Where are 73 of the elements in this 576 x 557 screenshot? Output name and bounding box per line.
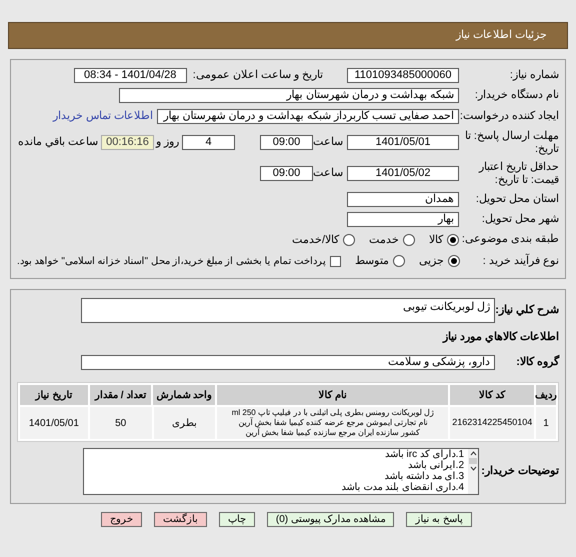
table-cell: 1 <box>536 407 556 439</box>
checkbox[interactable] <box>330 256 342 267</box>
radio-button[interactable] <box>343 234 355 246</box>
column-header: تعداد / مقدار <box>90 385 152 405</box>
field-label: گروه کالا: <box>515 356 559 369</box>
table-cell: 50 <box>90 407 152 439</box>
note-line: 2.ایرانی باشد <box>406 460 464 471</box>
action-button[interactable]: خروج <box>100 512 142 527</box>
field-label: روز و <box>154 136 179 149</box>
note-line: 4.داری انقضای بلند مدت باشد <box>342 482 464 493</box>
field-label: حداقل تاریخ اعتبار قیمت: تا تاریخ: <box>478 160 559 186</box>
deadline-time-field: 09:00 <box>260 135 313 150</box>
field-label: ساعت <box>313 167 343 180</box>
field-label: مهلت ارسال پاسخ: تا تاریخ: <box>464 130 559 156</box>
radio-label: خدمت <box>369 232 399 248</box>
action-button[interactable]: مشاهده مدارک پیوستی (0) <box>266 512 394 527</box>
need-number-field: 1101093485000060 <box>347 68 459 83</box>
field-label: شرح کلي نياز: <box>495 304 559 316</box>
note-line: 3.ای مد داشته باشد <box>383 471 464 482</box>
radio-button[interactable] <box>448 255 460 268</box>
section-heading: اطلاعات کالاهاي مورد نياز <box>441 330 559 345</box>
table-cell: بطری <box>154 407 216 439</box>
action-button[interactable]: پاسخ به نیاز <box>406 512 472 527</box>
radio-label: جزیی <box>419 254 444 269</box>
header-bar: جزئيات اطلاعات نياز <box>8 22 568 49</box>
province-field: همدان <box>347 192 459 206</box>
column-header: واحد شمارش <box>153 385 216 405</box>
field-label: تاریخ و ساعت اعلان عمومی: <box>192 69 323 82</box>
table-cell-text: نام تجارتی ایموشن مرجع عرضه کننده کیمیا شفا بخش آرین <box>238 418 428 427</box>
scrollbar[interactable] <box>468 449 478 494</box>
column-header: تاریخ نیاز <box>20 385 88 405</box>
scroll-up-icon[interactable] <box>470 451 476 456</box>
action-button[interactable]: بازگشت <box>154 512 207 527</box>
radio-label: کالا <box>429 232 443 248</box>
field-label: ایجاد کننده درخواست: <box>459 110 559 123</box>
description-field: ژل لوبریکانت تیوبی <box>81 298 495 322</box>
table-cell-text: 2162314225450104 <box>452 416 532 430</box>
deadline-date-field: 1401/05/01 <box>347 135 459 150</box>
contact-link[interactable]: اطلاعات تماس خریدار <box>52 108 153 124</box>
creator-field: احمد صفایی تسب کاربرداز شبکه بهداشت و درمان شهرستان بهار <box>157 108 459 124</box>
field-label: ساعت باقي مانده <box>18 136 98 149</box>
field-label: شماره نیاز: <box>508 69 559 82</box>
column-header: ردیف <box>536 385 556 405</box>
note-line: 1.دارای کد irc باشد <box>384 449 464 460</box>
checkbox-label: پرداخت تمام یا بخشی از مبلغ خرید،از محل "اسناد خزانه اسلامی" خواهد بود. <box>17 254 326 269</box>
field-label: نام دستگاه خریدار: <box>474 89 559 102</box>
column-header: نام کالا <box>217 385 448 405</box>
group-field: دارو، پزشکی و سلامت <box>81 355 495 370</box>
announce-date-field: 1401/04/28 - 08:34 <box>74 68 187 83</box>
buyer-field: شبکه بهداشت و درمان شهرستان بهار <box>119 88 459 103</box>
table-cell: کشور سازنده ایران مرجع سازنده کیمیا شفا بخش آرین <box>245 428 420 438</box>
table-cell: 1401/05/01 <box>20 407 88 439</box>
radio-button[interactable] <box>393 255 406 268</box>
radio-button[interactable] <box>403 234 415 246</box>
field-label: شهر محل تحویل: <box>480 212 559 226</box>
radio-label: کالا/خدمت <box>292 232 339 248</box>
field-label: توضیحات خریدار: <box>480 465 559 478</box>
radio-button[interactable] <box>447 234 459 246</box>
field-label: طبقه بندی موضوعی: <box>460 233 559 246</box>
city-field: بهار <box>347 212 459 226</box>
days-field: 4 <box>182 135 235 150</box>
field-label: نوع فرآیند خرید : <box>482 254 559 268</box>
action-button[interactable]: چاپ <box>218 512 255 527</box>
validity-time-field: 09:00 <box>260 166 313 181</box>
field-label: ساعت <box>313 136 343 149</box>
table-cell-text: ژل لوبریکانت رومنس بطری پلی اتیلنی با در فیلیپ تاپ 250 ml <box>232 408 434 417</box>
radio-label: متوسط <box>355 254 390 269</box>
column-header: کد کالا <box>450 385 534 405</box>
field-label: استان محل تحویل: <box>474 192 559 206</box>
scroll-down-icon[interactable] <box>470 466 476 471</box>
remaining-time-field: 00:16:16 <box>101 135 154 150</box>
scroll-thumb[interactable] <box>469 458 477 464</box>
validity-date-field: 1401/05/02 <box>347 166 459 181</box>
